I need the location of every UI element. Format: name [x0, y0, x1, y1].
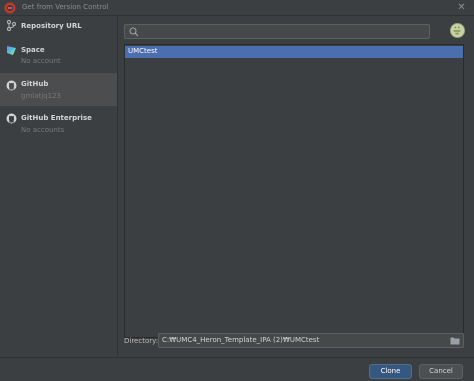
- main-panel: UMCtest Directory: C:₩UMC4_Heron_Templat…: [118, 16, 474, 357]
- sidebar: Repository URL Space No account GitHub g…: [0, 16, 118, 357]
- space-icon: [7, 46, 16, 55]
- sidebar-item-account: No accounts: [21, 126, 65, 134]
- sidebar-item-space[interactable]: Space No account: [0, 40, 117, 70]
- sidebar-item-github-enterprise[interactable]: GitHub Enterprise No accounts: [0, 109, 117, 139]
- intellij-app-icon: [4, 2, 16, 14]
- dialog-footer: Clone Cancel: [0, 357, 474, 381]
- sidebar-item-label: Space: [21, 46, 45, 54]
- sidebar-item-label: GitHub Enterprise: [21, 114, 92, 122]
- close-icon[interactable]: ✕: [456, 2, 467, 13]
- git-branch-icon: [7, 20, 16, 31]
- github-icon: [6, 80, 17, 91]
- list-item[interactable]: UMCtest: [125, 46, 463, 58]
- folder-icon[interactable]: [450, 336, 460, 345]
- sidebar-item-account: No account: [21, 57, 61, 65]
- github-icon: [6, 113, 17, 124]
- cancel-button[interactable]: Cancel: [419, 364, 463, 379]
- search-icon: [129, 27, 139, 37]
- sidebar-item-label: Repository URL: [21, 22, 82, 30]
- clone-button[interactable]: Clone: [369, 364, 412, 379]
- directory-field[interactable]: C:₩UMC4_Heron_Template_IPA (2)₩UMCtest: [158, 333, 464, 348]
- directory-value: C:₩UMC4_Heron_Template_IPA (2)₩UMCtest: [162, 336, 320, 344]
- title-bar: Get from Version Control ✕: [0, 0, 474, 16]
- repository-list[interactable]: UMCtest: [124, 44, 464, 338]
- sidebar-item-account: gmlatjq123: [21, 92, 61, 100]
- repository-name: UMCtest: [128, 47, 158, 55]
- avatar[interactable]: [450, 23, 465, 38]
- sidebar-item-github[interactable]: GitHub gmlatjq123: [0, 73, 117, 106]
- sidebar-item-repository-url[interactable]: Repository URL: [0, 16, 117, 34]
- sidebar-item-label: GitHub: [21, 80, 49, 88]
- window-title: Get from Version Control: [22, 3, 109, 11]
- avatar-pattern: [451, 24, 464, 37]
- search-input[interactable]: [124, 24, 430, 39]
- directory-label: Directory:: [124, 337, 159, 345]
